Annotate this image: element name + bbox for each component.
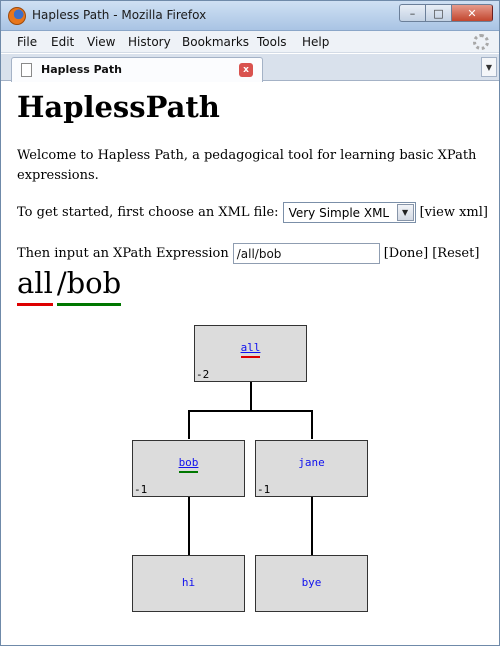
window-title: Hapless Path - Mozilla Firefox xyxy=(32,8,207,22)
close-button[interactable]: ✕ xyxy=(451,4,493,22)
path-segment-bob-underline xyxy=(56,303,122,306)
maximize-button[interactable]: □ xyxy=(425,4,451,22)
tab-bar: Hapless Path x ▼ xyxy=(1,54,499,82)
tree-node-bye[interactable]: bye xyxy=(255,555,368,612)
xpath-input[interactable]: /all/bob xyxy=(232,243,380,264)
tree-node-label[interactable]: bye xyxy=(302,576,322,591)
path-segment-bob-text: /bob xyxy=(56,266,122,300)
xml-file-select[interactable]: Very Simple XML ▼ xyxy=(282,202,416,223)
path-display: all /bob xyxy=(17,266,122,306)
menu-bookmarks[interactable]: Bookmarks xyxy=(182,35,249,49)
tree-edge xyxy=(250,382,252,410)
choose-file-label: To get started, first choose an XML file… xyxy=(17,205,279,220)
page-title: HaplessPath xyxy=(17,90,220,124)
path-segment-bob: /bob xyxy=(56,266,122,306)
xml-file-selected: Very Simple XML xyxy=(288,205,390,220)
tree-node-bob[interactable]: bob -1 xyxy=(132,440,245,497)
menu-edit[interactable]: Edit xyxy=(51,35,74,49)
page-content: HaplessPath Welcome to Hapless Path, a p… xyxy=(1,82,499,645)
tree-node-count: -2 xyxy=(196,368,210,381)
xpath-label: Then input an XPath Expression xyxy=(17,246,229,261)
dropdown-arrow-icon[interactable]: ▼ xyxy=(396,204,414,221)
tree-node-label[interactable]: bob xyxy=(178,456,199,473)
tree-edge xyxy=(188,410,313,412)
reset-link[interactable]: [Reset] xyxy=(432,246,479,261)
tree-node-jane[interactable]: jane -1 xyxy=(255,440,368,497)
path-segment-all-underline xyxy=(17,303,53,306)
path-segment-all: all xyxy=(17,266,53,306)
tree-edge xyxy=(311,497,313,555)
tree-node-label[interactable]: hi xyxy=(182,576,195,591)
menu-view[interactable]: View xyxy=(87,35,115,49)
tree-edge xyxy=(311,410,313,439)
menu-help[interactable]: Help xyxy=(302,35,329,49)
throbber-icon xyxy=(473,34,489,50)
tree-edge xyxy=(188,497,190,555)
tree-node-count: -1 xyxy=(134,483,148,496)
welcome-text: Welcome to Hapless Path, a pedagogical t… xyxy=(17,148,477,183)
xml-tree: all -2 bob -1 jane -1 hi bye xyxy=(1,323,499,623)
tree-node-count: -1 xyxy=(257,483,271,496)
done-link[interactable]: [Done] xyxy=(384,246,428,261)
xpath-row: Then input an XPath Expression /all/bob … xyxy=(17,243,479,264)
tree-node-all[interactable]: all -2 xyxy=(194,325,307,382)
tab-hapless-path[interactable]: Hapless Path x xyxy=(11,57,263,82)
tree-edge xyxy=(188,410,190,439)
tree-node-label[interactable]: all xyxy=(240,341,261,358)
menu-file[interactable]: File xyxy=(17,35,37,49)
tree-node-label[interactable]: jane xyxy=(298,456,325,471)
window-controls: – □ ✕ xyxy=(399,4,493,22)
tab-list-button[interactable]: ▼ xyxy=(481,57,497,77)
menu-bar: File Edit View History Bookmarks Tools H… xyxy=(1,31,499,53)
file-choice-row: To get started, first choose an XML file… xyxy=(17,202,488,223)
minimize-button[interactable]: – xyxy=(399,4,425,22)
path-segment-all-text: all xyxy=(17,266,53,300)
firefox-logo-icon xyxy=(8,7,26,25)
title-bar: Hapless Path - Mozilla Firefox – □ ✕ xyxy=(1,1,499,31)
tab-label: Hapless Path xyxy=(41,63,122,76)
browser-window: Hapless Path - Mozilla Firefox – □ ✕ Fil… xyxy=(0,0,500,646)
menu-history[interactable]: History xyxy=(128,35,171,49)
view-xml-link[interactable]: [view xml] xyxy=(420,205,488,220)
page-icon xyxy=(21,63,32,77)
tree-node-hi[interactable]: hi xyxy=(132,555,245,612)
menu-tools[interactable]: Tools xyxy=(257,35,287,49)
tab-close-icon[interactable]: x xyxy=(239,63,253,77)
